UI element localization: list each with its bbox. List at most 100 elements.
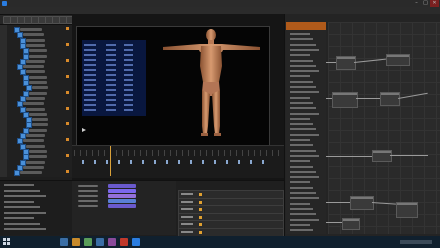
maximize-icon[interactable]: □ bbox=[421, 0, 430, 7]
node-list-item[interactable] bbox=[290, 160, 310, 163]
node-list-item[interactable] bbox=[290, 101, 313, 104]
keyframe-marker[interactable] bbox=[106, 160, 108, 164]
key-icon[interactable] bbox=[199, 193, 202, 196]
tree-row[interactable] bbox=[0, 74, 72, 81]
tree-row[interactable] bbox=[0, 154, 72, 161]
tree-row[interactable] bbox=[0, 95, 72, 102]
node-list-item[interactable] bbox=[290, 213, 316, 216]
node-list-item[interactable] bbox=[290, 218, 319, 221]
keyframe-marker[interactable] bbox=[226, 160, 228, 164]
tree-row[interactable] bbox=[0, 143, 72, 150]
node-list-item[interactable] bbox=[290, 43, 316, 46]
layer-row[interactable] bbox=[4, 217, 34, 219]
node-list-item[interactable] bbox=[290, 117, 310, 120]
node-list-item[interactable] bbox=[290, 149, 316, 152]
keyframe-marker[interactable] bbox=[178, 160, 180, 164]
node-list-item[interactable] bbox=[290, 186, 313, 189]
parameter-slider[interactable] bbox=[108, 199, 136, 203]
taskbar-app-icon[interactable] bbox=[84, 238, 92, 246]
taskbar-app-icon[interactable] bbox=[96, 238, 104, 246]
node-list-item[interactable] bbox=[290, 223, 310, 226]
tree-row[interactable] bbox=[0, 106, 72, 113]
node-list-item[interactable] bbox=[290, 144, 313, 147]
timeline-ruler[interactable] bbox=[74, 150, 282, 156]
taskbar-app-icon[interactable] bbox=[60, 238, 68, 246]
tree-row[interactable] bbox=[0, 85, 72, 92]
node-list-item[interactable] bbox=[290, 229, 313, 232]
key-icon[interactable] bbox=[199, 223, 202, 226]
tree-row[interactable] bbox=[0, 159, 72, 166]
node-list-item[interactable] bbox=[290, 176, 319, 179]
tree-row[interactable] bbox=[0, 42, 72, 49]
graph-node[interactable] bbox=[332, 92, 358, 108]
parameter-slider[interactable] bbox=[108, 189, 136, 193]
parameter-slider[interactable] bbox=[108, 184, 136, 188]
layer-row[interactable] bbox=[4, 222, 40, 225]
visibility-icon[interactable] bbox=[66, 122, 69, 126]
keyframe-marker[interactable] bbox=[202, 160, 204, 164]
keyframe-marker[interactable] bbox=[262, 160, 264, 164]
timeline-playhead[interactable] bbox=[110, 146, 111, 176]
graph-node[interactable] bbox=[386, 54, 410, 66]
close-icon[interactable]: ✕ bbox=[430, 0, 439, 7]
layer-row[interactable] bbox=[4, 211, 46, 214]
key-icon[interactable] bbox=[199, 230, 202, 234]
keyframe-marker[interactable] bbox=[130, 160, 132, 164]
layer-row[interactable] bbox=[4, 189, 40, 192]
keyframe-marker[interactable] bbox=[238, 160, 240, 164]
layer-row[interactable] bbox=[4, 184, 34, 186]
tree-row[interactable] bbox=[0, 148, 72, 155]
node-list-item[interactable] bbox=[290, 96, 310, 99]
tree-row[interactable] bbox=[0, 80, 72, 86]
node-list-item[interactable] bbox=[290, 202, 310, 205]
node-list-item[interactable] bbox=[290, 38, 313, 41]
tree-row[interactable] bbox=[0, 133, 72, 139]
node-list-item[interactable] bbox=[290, 75, 310, 78]
graph-node[interactable] bbox=[350, 196, 374, 210]
play-icon[interactable] bbox=[82, 128, 86, 132]
layer-row[interactable] bbox=[4, 228, 46, 230]
tree-row[interactable] bbox=[0, 58, 72, 65]
keyframe-marker[interactable] bbox=[82, 160, 84, 164]
graph-node[interactable] bbox=[380, 92, 400, 106]
node-list-item[interactable] bbox=[290, 197, 319, 200]
node-list-item[interactable] bbox=[290, 70, 319, 73]
graph-node[interactable] bbox=[372, 150, 392, 162]
node-list-item[interactable] bbox=[290, 48, 319, 51]
node-list-item[interactable] bbox=[290, 154, 319, 157]
tree-row[interactable] bbox=[0, 170, 72, 177]
tree-row[interactable] bbox=[0, 117, 72, 124]
node-list-item[interactable] bbox=[290, 59, 313, 62]
tree-row[interactable] bbox=[0, 48, 72, 55]
node-list-item[interactable] bbox=[290, 33, 310, 35]
keyframe-marker[interactable] bbox=[94, 160, 96, 164]
tree-row[interactable] bbox=[0, 32, 72, 39]
node-list-item[interactable] bbox=[290, 112, 319, 115]
tree-row[interactable] bbox=[0, 64, 72, 71]
visibility-icon[interactable] bbox=[66, 42, 69, 46]
node-list-item[interactable] bbox=[290, 107, 316, 110]
tree-row[interactable] bbox=[0, 138, 72, 145]
node-list-item[interactable] bbox=[290, 207, 313, 210]
node-list-item[interactable] bbox=[290, 64, 316, 67]
parameter-slider[interactable] bbox=[108, 194, 136, 198]
visibility-icon[interactable] bbox=[66, 74, 69, 78]
node-list-item[interactable] bbox=[290, 128, 316, 131]
node-list-item[interactable] bbox=[290, 123, 313, 126]
node-list-item[interactable] bbox=[290, 181, 310, 184]
node-list-selected-item[interactable] bbox=[286, 22, 326, 30]
node-list-item[interactable] bbox=[290, 91, 319, 94]
layer-row[interactable] bbox=[4, 195, 46, 197]
node-list-item[interactable] bbox=[290, 54, 310, 57]
node-list-item[interactable] bbox=[290, 192, 316, 194]
keyframe-marker[interactable] bbox=[154, 160, 156, 164]
tree-row[interactable] bbox=[0, 111, 72, 118]
graph-node[interactable] bbox=[342, 218, 360, 230]
node-list-item[interactable] bbox=[290, 86, 316, 88]
human-figure-model[interactable] bbox=[160, 26, 270, 144]
visibility-icon[interactable] bbox=[66, 58, 69, 62]
visibility-icon[interactable] bbox=[66, 154, 69, 158]
tree-row[interactable] bbox=[0, 164, 72, 171]
taskbar-app-icon[interactable] bbox=[120, 238, 128, 246]
windows-start-icon[interactable] bbox=[3, 238, 11, 246]
